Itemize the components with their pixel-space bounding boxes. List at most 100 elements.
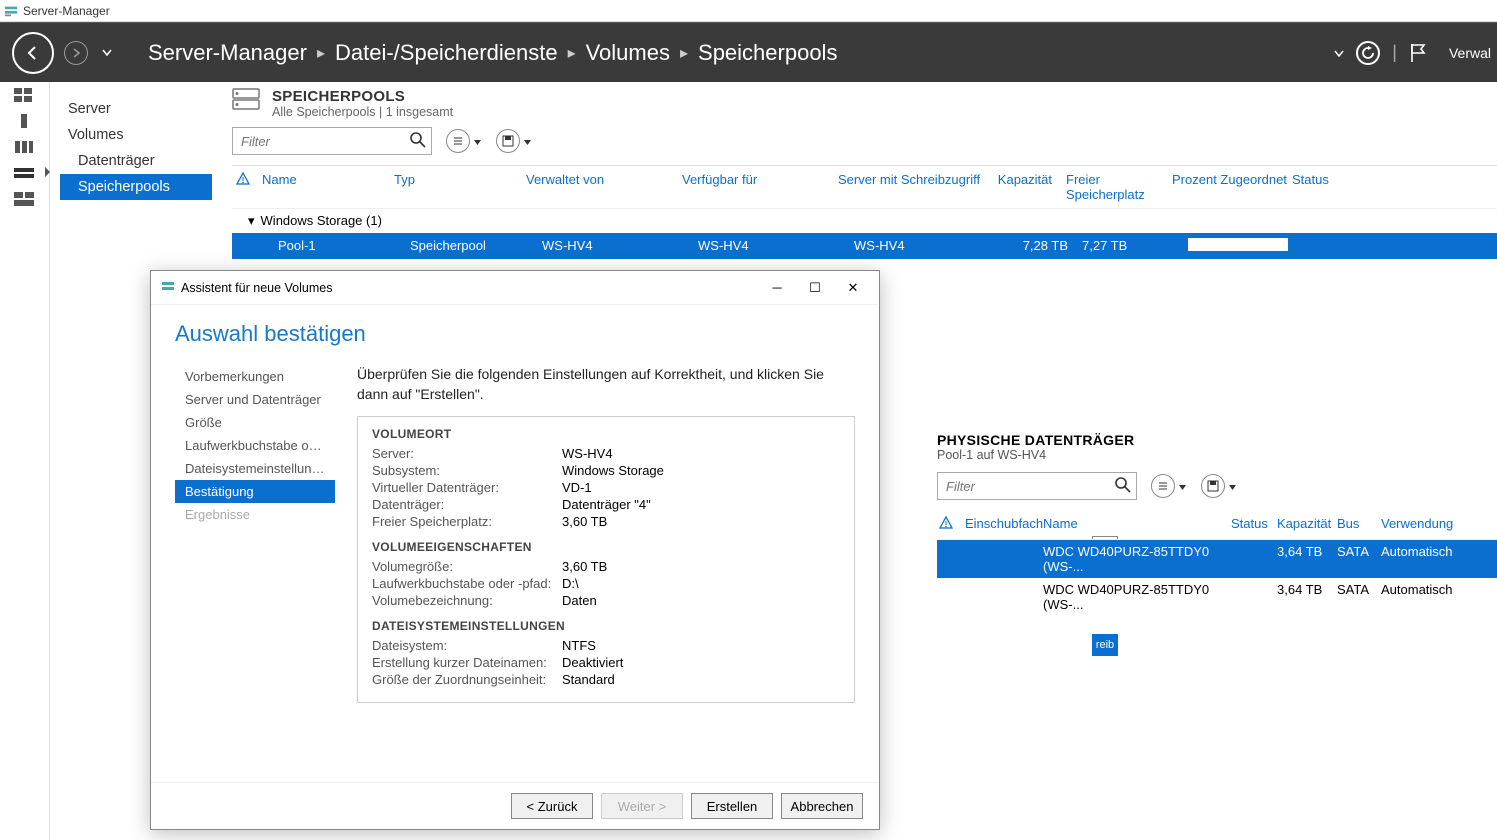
wizard-title: Assistent für neue Volumes — [181, 281, 332, 295]
step-groesse[interactable]: Größe — [175, 411, 335, 434]
create-button[interactable]: Erstellen — [691, 793, 773, 819]
breadcrumb-sep: ▸ — [680, 43, 688, 63]
step-server[interactable]: Server und Datenträger — [175, 388, 335, 411]
kv-val: WS-HV4 — [562, 446, 613, 461]
kv-key: Virtueller Datenträger: — [372, 480, 562, 495]
col-status[interactable]: Status — [1231, 516, 1277, 533]
kv-val: Windows Storage — [562, 463, 664, 478]
search-icon[interactable] — [1115, 477, 1131, 498]
pools-title: SPEICHERPOOLS — [272, 88, 453, 105]
hidden-row-peek: reib — [1092, 634, 1118, 656]
disk-kap: 3,64 TB — [1277, 582, 1337, 612]
kv-val: NTFS — [562, 638, 596, 653]
col-status[interactable]: Status — [1292, 172, 1372, 202]
minimize-button[interactable]: ─ — [759, 276, 795, 300]
rail-file-storage[interactable] — [14, 166, 36, 182]
notifications-button[interactable] — [1409, 42, 1427, 64]
col-kap[interactable]: Kapazität — [1277, 516, 1337, 533]
col-prozent[interactable]: Prozent Zugeordnet — [1172, 172, 1292, 202]
close-button[interactable]: ✕ — [835, 276, 871, 300]
maximize-button[interactable]: ☐ — [797, 276, 833, 300]
rail-all-servers[interactable] — [14, 140, 36, 156]
pool-verwaltet: WS-HV4 — [542, 238, 698, 254]
wizard-titlebar: Assistent für neue Volumes ─ ☐ ✕ — [151, 271, 879, 305]
header-bar: Server-Manager ▸ Datei-/Speicherdienste … — [0, 22, 1497, 82]
col-kapazitaet[interactable]: Kapazität — [996, 172, 1052, 202]
search-icon[interactable] — [410, 132, 426, 153]
wizard-summary-box: VOLUMEORT Server:WS-HV4 Subsystem:Window… — [357, 416, 855, 703]
disk-kap: 3,64 TB — [1277, 544, 1337, 574]
col-name[interactable]: Name — [1043, 516, 1231, 533]
view-options[interactable] — [446, 129, 482, 153]
kv-key: Datenträger: — [372, 497, 562, 512]
header-dropdown[interactable] — [1334, 45, 1344, 61]
crumb-2[interactable]: Volumes — [586, 40, 670, 66]
list-icon — [1151, 474, 1175, 498]
back-button[interactable]: < Zurück — [511, 793, 593, 819]
pool-row[interactable]: Pool-1 Speicherpool WS-HV4 WS-HV4 WS-HV4… — [232, 233, 1497, 259]
crumb-0[interactable]: Server-Manager — [148, 40, 307, 66]
step-laufwerk[interactable]: Laufwerkbuchstabe oder... — [175, 434, 335, 457]
kv-row: Datenträger:Datenträger "4" — [372, 496, 840, 513]
disk-icon — [1201, 474, 1225, 498]
disk-use: Automatisch — [1381, 544, 1471, 574]
menu-verwalten[interactable]: Verwal — [1449, 45, 1491, 61]
col-verwaltet[interactable]: Verwaltet von — [526, 172, 682, 202]
chevron-down-icon — [1178, 484, 1187, 492]
kv-key: Laufwerkbuchstabe oder -pfad: — [372, 576, 562, 591]
nav-datentraeger[interactable]: Datenträger — [60, 148, 212, 174]
refresh-icon — [1356, 41, 1380, 65]
physical-disks-panel: PHYSISCHE DATENTRÄGER Pool-1 auf WS-HV4 … — [937, 432, 1497, 616]
disk-name: WDC WD40PURZ-85TTDY0 (WS-... — [1043, 544, 1231, 574]
save-options[interactable] — [1201, 474, 1237, 498]
col-server[interactable]: Server mit Schreibzugriff — [838, 172, 996, 202]
phys-row[interactable]: WDC WD40PURZ-85TTDY0 (WS-... 3,64 TB SAT… — [937, 540, 1497, 578]
refresh-button[interactable] — [1356, 41, 1380, 65]
nav-volumes[interactable]: Volumes — [60, 122, 212, 148]
save-options[interactable] — [496, 129, 532, 153]
kv-key: Volumegröße: — [372, 559, 562, 574]
server-icon — [14, 114, 34, 128]
chevron-down-icon — [1228, 484, 1237, 492]
col-verfuegbar[interactable]: Verfügbar für — [682, 172, 838, 202]
col-name[interactable]: Name — [262, 172, 394, 202]
kv-row: Volumebezeichnung:Daten — [372, 592, 840, 609]
view-options[interactable] — [1151, 474, 1187, 498]
kv-key: Volumebezeichnung: — [372, 593, 562, 608]
rail-dashboard[interactable] — [14, 88, 36, 104]
pools-filter-input[interactable] — [232, 127, 432, 155]
nav-server[interactable]: Server — [60, 96, 212, 122]
col-slot[interactable]: Einschubfach — [965, 516, 1043, 533]
kv-key: Subsystem: — [372, 463, 562, 478]
wizard-columns: Vorbemerkungen Server und Datenträger Gr… — [175, 365, 855, 772]
col-bus[interactable]: Bus — [1337, 516, 1381, 533]
kv-row: Volumegröße:3,60 TB — [372, 558, 840, 575]
disk-bus: SATA — [1337, 544, 1381, 574]
crumb-3[interactable]: Speicherpools — [698, 40, 837, 66]
col-frei[interactable]: Freier Speicherplatz — [1052, 172, 1172, 202]
col-warning[interactable] — [939, 516, 965, 533]
crumb-1[interactable]: Datei-/Speicherdienste — [335, 40, 558, 66]
pools-group[interactable]: ▾Windows Storage (1) — [232, 209, 1497, 233]
phys-table-header: Einschubfach Name Status Kapazität Bus V… — [937, 510, 1497, 540]
col-warning[interactable] — [236, 172, 262, 202]
kv-val: D:\ — [562, 576, 579, 591]
step-vorbemerkungen[interactable]: Vorbemerkungen — [175, 365, 335, 388]
history-dropdown[interactable] — [102, 44, 112, 62]
col-use[interactable]: Verwendung — [1381, 516, 1471, 533]
cancel-button[interactable]: Abbrechen — [781, 793, 863, 819]
back-button[interactable] — [12, 32, 54, 74]
rail-local-server[interactable] — [14, 114, 36, 130]
app-title: Server-Manager — [23, 4, 110, 18]
phys-filter-input[interactable] — [937, 472, 1137, 500]
step-dateisystem[interactable]: Dateisystemeinstellungen — [175, 457, 335, 480]
step-bestaetigung[interactable]: Bestätigung — [175, 480, 335, 503]
phys-row[interactable]: WDC WD40PURZ-85TTDY0 (WS-... 3,64 TB SAT… — [937, 578, 1497, 616]
col-typ[interactable]: Typ — [394, 172, 526, 202]
nav-speicherpools[interactable]: Speicherpools — [60, 174, 212, 200]
pool-typ: Speicherpool — [410, 238, 542, 254]
kv-val: 3,60 TB — [562, 559, 607, 574]
rail-other[interactable] — [14, 192, 36, 208]
forward-button[interactable] — [64, 41, 88, 65]
phys-subtitle: Pool-1 auf WS-HV4 — [937, 448, 1497, 462]
